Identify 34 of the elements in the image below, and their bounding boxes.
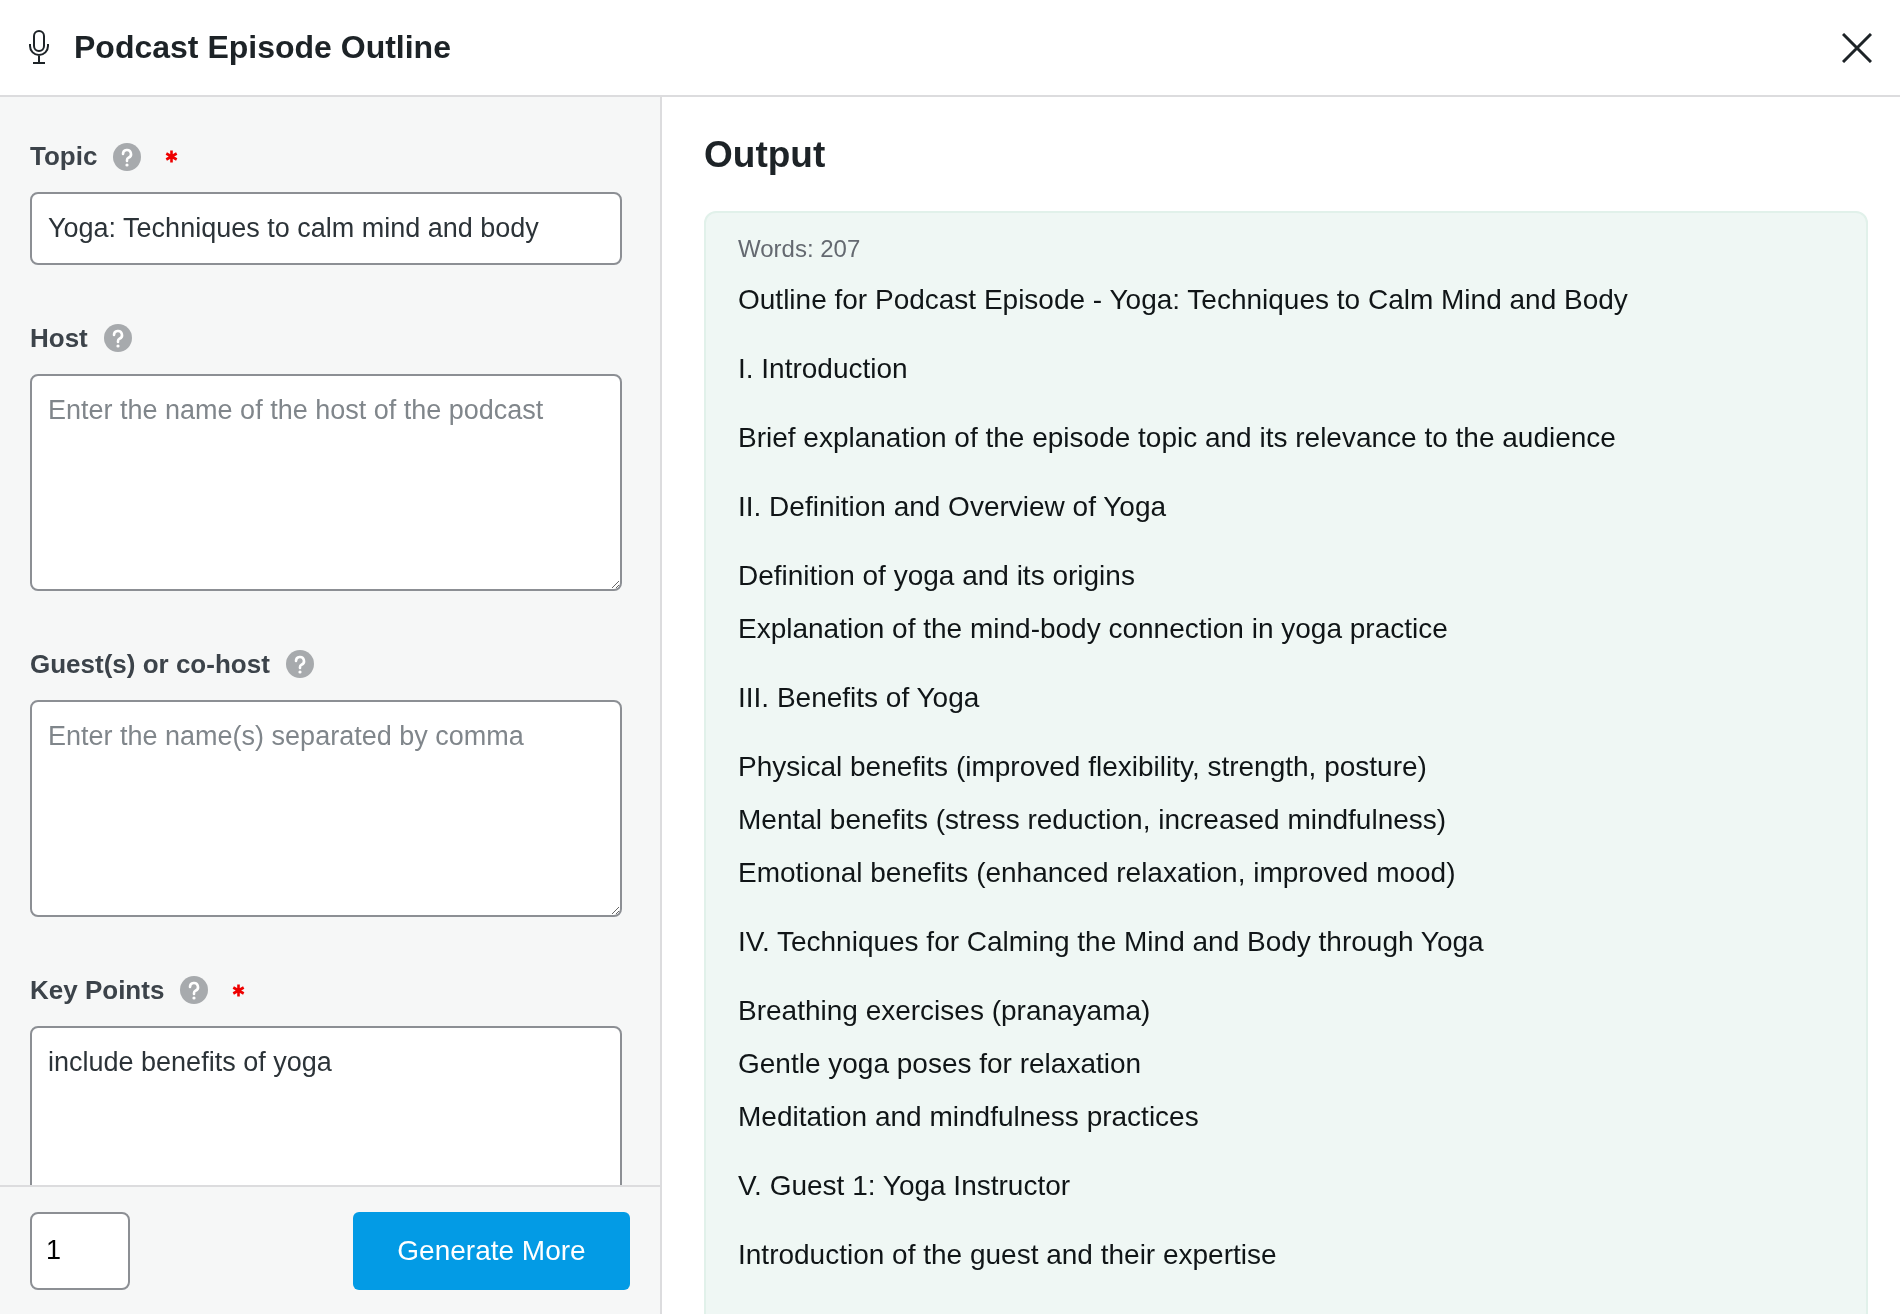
outline-line: Emotional benefits (enhanced relaxation, improved mood) [738,856,1457,891]
text-area[interactable]: Enter the name(s) separated by comma [30,699,622,917]
input-field[interactable]: Yoga: Techniques to calm mind and body [30,192,622,265]
word-count: Words: 207 [738,234,862,265]
text-area[interactable]: Enter the name of the host of the podcast [30,373,622,591]
help-icon[interactable] [285,650,314,678]
microphone-icon [28,30,50,65]
outline-line: Definition of yoga and its origins [738,559,1136,594]
outline-line: Outline for Podcast Episode - Yoga: Techniques to Calm Mind and Body [738,283,1629,318]
field-label: Key Points [30,973,165,1007]
window-title: Podcast Episode Outline [74,28,451,67]
outline-line: Mental benefits (stress reduction, increased mindfulness) [738,803,1448,838]
field-label: Topic [30,140,98,173]
outline-line: III. Benefits of Yoga [738,681,981,716]
outline-line: Explanation of the mind-body connection in yoga practice [738,612,1449,647]
outline-line: IV. Techniques for Calming the Mind and Body through Yoga [738,925,1485,960]
outline-line: I. Introduction [738,352,909,387]
outline-line: II. Definition and Overview of Yoga [738,490,1168,525]
close-icon[interactable] [1842,32,1872,63]
outline-line: Meditation and mindfulness practices [738,1100,1200,1135]
field-label: Host [30,321,88,355]
help-icon[interactable] [103,324,132,352]
text-area[interactable]: include benefits of yoga [30,1025,622,1185]
outline-line: V. Guest 1: Yoga Instructor [738,1169,1072,1204]
outline-line: Physical benefits (improved flexibility, strength, posture) [738,750,1428,785]
outline-line: Gentle yoga poses for relaxation [738,1047,1143,1082]
field-label: Guest(s) or co-host [30,647,270,681]
help-icon[interactable] [113,142,142,171]
output-heading: Output [704,133,827,177]
outline-line: Brief explanation of the episode topic and its relevance to the audience [738,421,1617,456]
outline-line: Breathing exercises (pranayama) [738,994,1152,1029]
count-field[interactable]: 1 [30,1211,130,1290]
outline-line: Introduction of the guest and their expertise [738,1238,1278,1273]
help-icon[interactable] [180,976,209,1004]
